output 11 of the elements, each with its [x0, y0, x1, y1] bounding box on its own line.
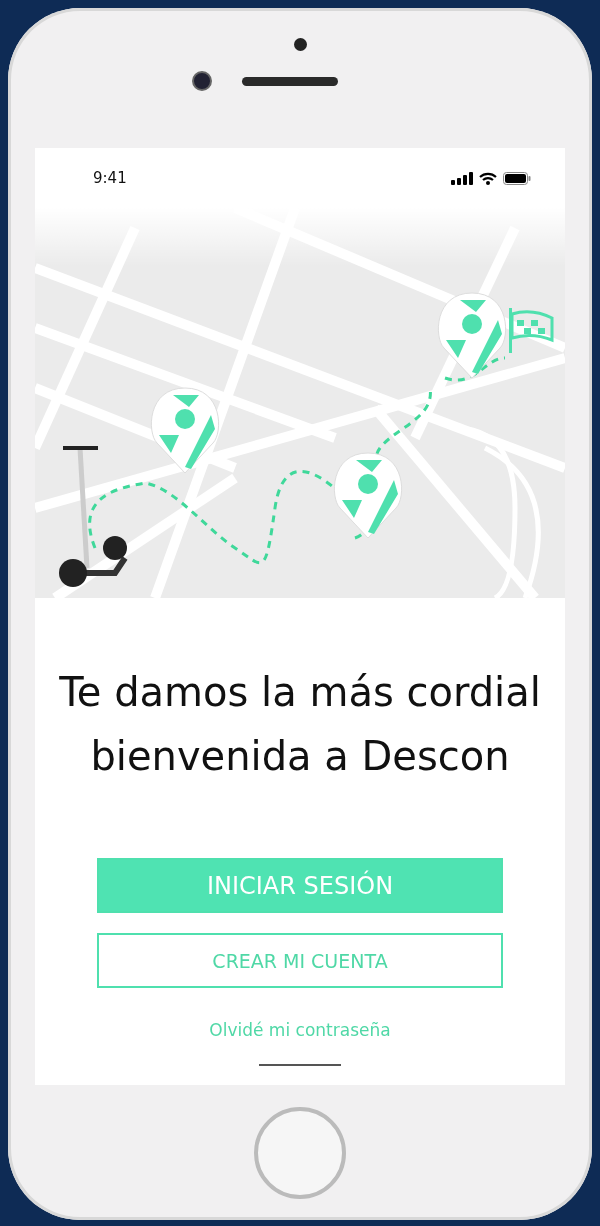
forgot-password-link[interactable]: Olvidé mi contraseña	[209, 1020, 391, 1040]
login-button[interactable]: INICIAR SESIÓN	[97, 858, 503, 913]
create-account-button[interactable]: CREAR MI CUENTA	[97, 933, 503, 988]
signal-icon	[451, 171, 473, 185]
welcome-heading: Te damos la más cordial bienvenida a Descon	[58, 668, 542, 781]
camera-icon	[192, 71, 212, 91]
sensor-icon	[293, 38, 307, 51]
status-time: 9:41	[93, 169, 127, 187]
speaker-icon	[242, 76, 338, 86]
wifi-icon	[479, 171, 497, 185]
battery-icon	[503, 171, 531, 185]
